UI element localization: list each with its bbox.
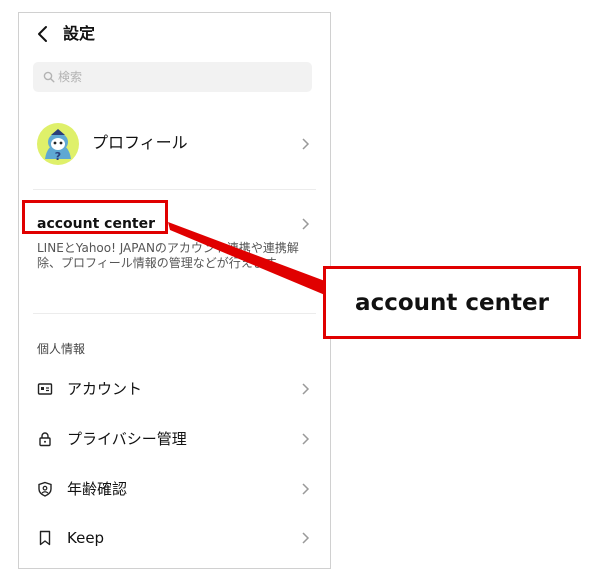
settings-item-privacy-label: プライバシー管理 [67,430,187,448]
callout-text: account center [355,289,549,316]
profile-label: プロフィール [92,133,188,152]
avatar: ? [37,123,79,165]
lock-icon [39,432,51,447]
bookmark-icon [39,530,51,546]
page-title: 設定 [63,24,96,43]
chevron-right-icon [302,383,310,395]
chevron-right-icon [302,218,310,230]
back-chevron-icon[interactable] [35,23,51,45]
svg-text:?: ? [55,150,61,163]
chevron-right-icon [302,483,310,495]
divider [33,313,316,314]
settings-item-age-verification[interactable] [19,470,330,510]
settings-screen: 設定 検索 ? プロフィール account center LINEとYahoo… [18,12,331,569]
divider [33,189,316,190]
search-input[interactable]: 検索 [33,62,312,92]
header: 設定 [19,13,330,55]
id-card-icon [37,383,53,395]
settings-item-age-verification-label: 年齢確認 [67,480,128,498]
shield-check-icon [38,481,52,497]
account-center-description: LINEとYahoo! JAPANのアカウント連携や連携解除、プロフィール情報の… [37,241,299,270]
chevron-right-icon [302,138,310,150]
settings-item-keep-label: Keep [67,529,105,547]
chevron-right-icon [302,433,310,445]
section-label-personal-info: 個人情報 [37,342,86,356]
settings-item-keep[interactable] [19,520,330,560]
account-center-highlight-box [22,200,168,234]
settings-item-account[interactable] [19,370,330,410]
account-center-callout: account center [323,266,581,339]
search-placeholder: 検索 [58,70,83,84]
search-icon [43,71,55,83]
settings-item-account-label: アカウント [67,380,143,398]
chevron-right-icon [302,532,310,544]
